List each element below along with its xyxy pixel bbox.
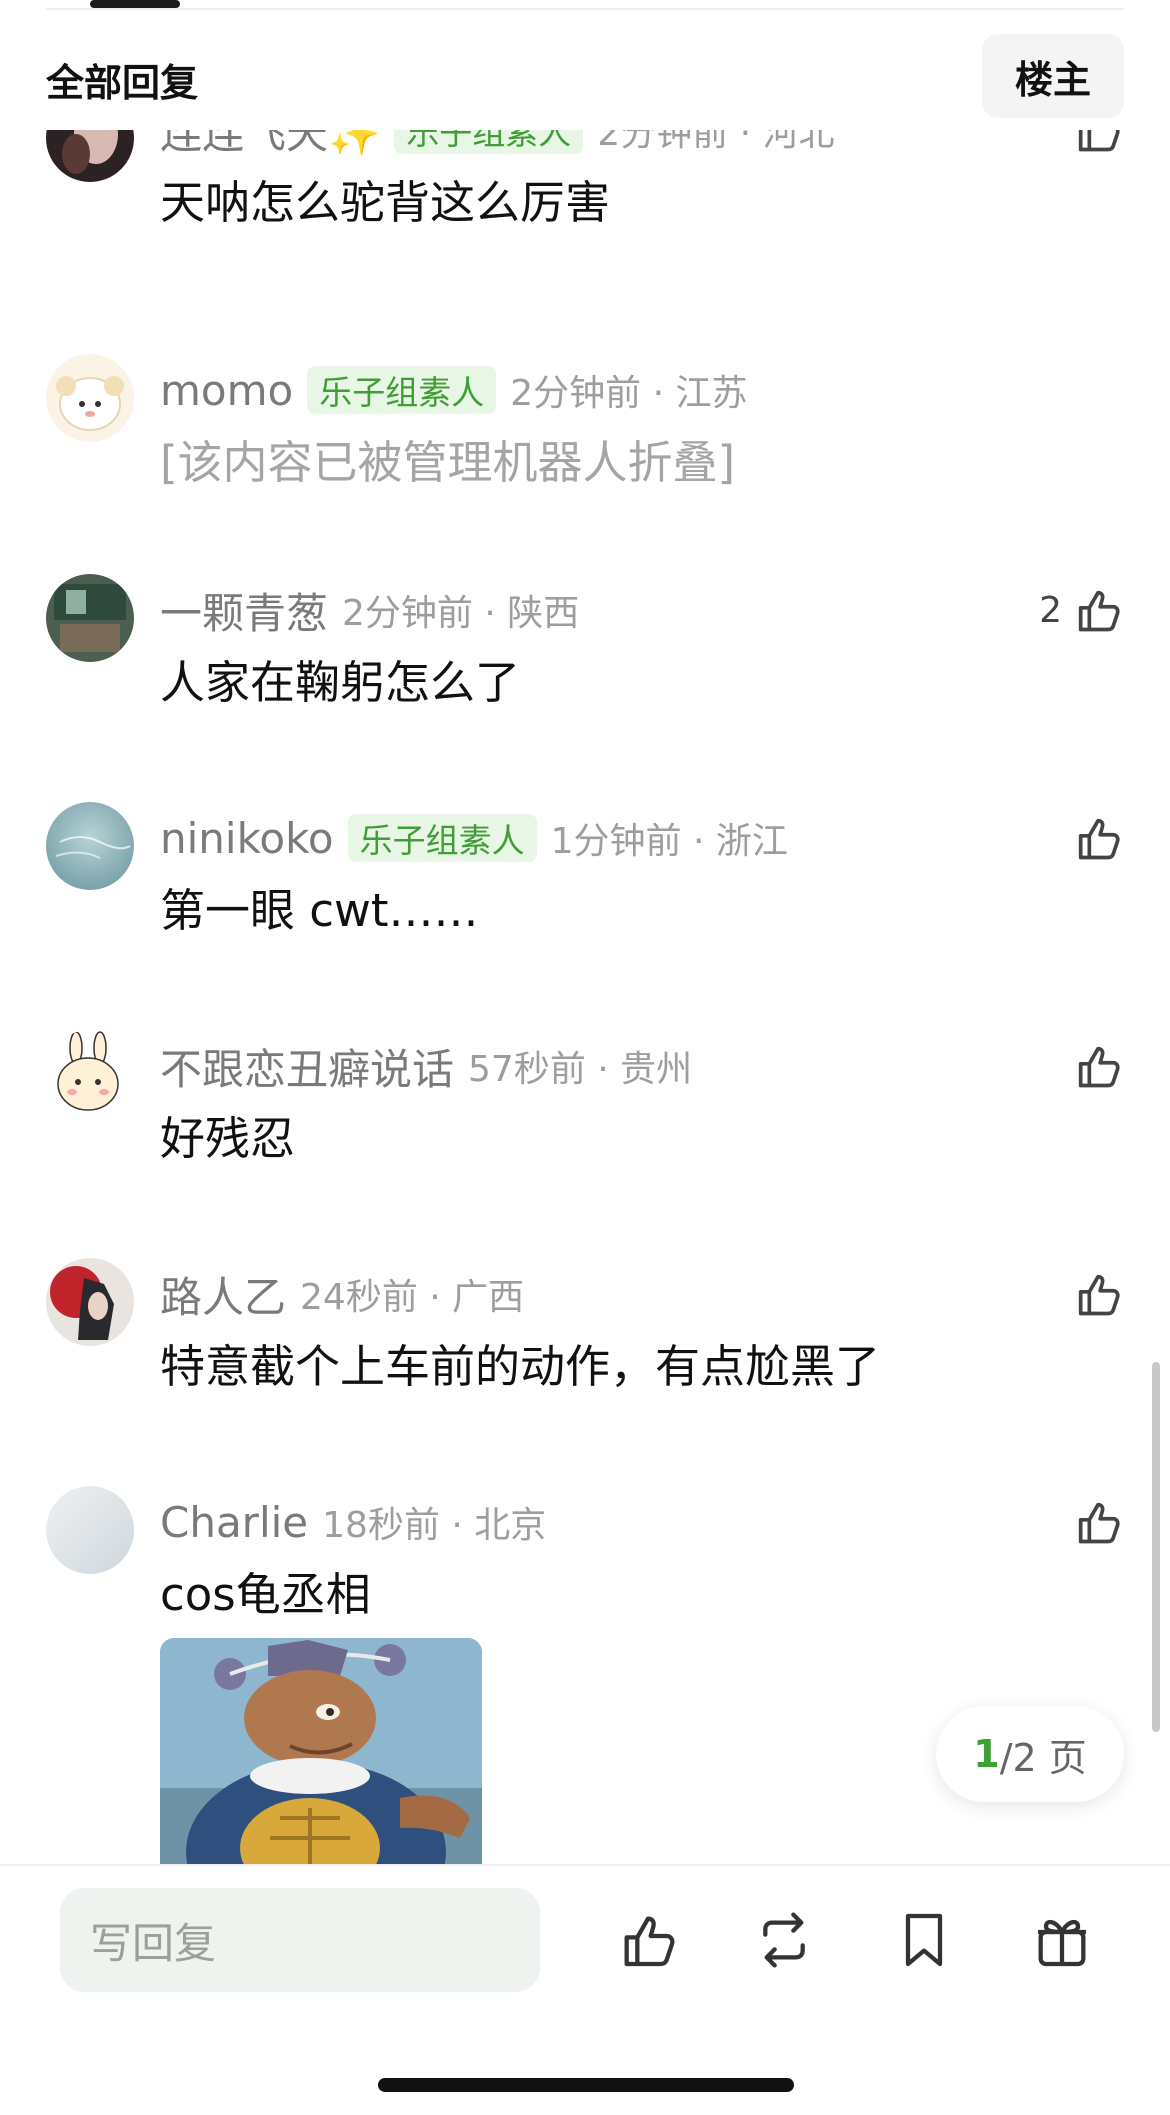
like-button[interactable] xyxy=(1072,1038,1124,1094)
comment-time-location: 18秒前 · 北京 xyxy=(322,1505,547,1546)
username[interactable]: 不跟恋丑癖说话 xyxy=(160,1036,454,1097)
tab-indicator xyxy=(90,0,180,8)
comment-text: 第一眼 cwt…… xyxy=(160,884,479,937)
home-indicator xyxy=(378,2078,794,2092)
all-replies-title: 全部回复 xyxy=(46,61,199,105)
scrollbar[interactable] xyxy=(1152,1362,1160,1732)
comment-text: 人家在鞠躬怎么了 xyxy=(160,656,521,709)
role-badge: 乐子组素人 xyxy=(307,366,497,414)
gift-icon[interactable] xyxy=(1030,1908,1094,1972)
reply-input[interactable]: 写回复 xyxy=(60,1888,540,1992)
thumbs-up-icon xyxy=(1078,1046,1120,1088)
username[interactable]: Charlie xyxy=(160,1498,308,1547)
role-badge: 乐子组素人 xyxy=(394,130,584,154)
avatar[interactable] xyxy=(46,574,134,662)
like-button[interactable] xyxy=(1072,810,1124,866)
comment-meta: ninikoko 乐子组素人 1分钟前 · 浙江 xyxy=(160,810,788,866)
comment-meta: momo 乐子组素人 2分钟前 · 江苏 xyxy=(160,362,747,418)
comment-text: cos龟丞相 xyxy=(160,1568,371,1621)
comment-time-location: 2分钟前 · 陕西 xyxy=(342,593,580,634)
thumbs-up-icon xyxy=(1078,130,1120,152)
like-count: 2 xyxy=(1039,589,1062,631)
comment-time-location: 1分钟前 · 浙江 xyxy=(550,821,788,862)
comment-image-turtle-minister[interactable] xyxy=(160,1638,482,1864)
avatar[interactable] xyxy=(46,802,134,890)
comment-text: 特意截个上车前的动作，有点尬黑了 xyxy=(160,1340,881,1393)
comment-meta: 路人乙 24秒前 · 广西 xyxy=(160,1266,524,1322)
top-divider xyxy=(46,8,1124,10)
username[interactable]: 连连飞天✨ xyxy=(160,130,380,161)
avatar[interactable] xyxy=(46,1486,134,1574)
folded-comment-text[interactable]: [该内容已被管理机器人折叠] xyxy=(160,426,735,491)
username[interactable]: 路人乙 xyxy=(160,1264,286,1325)
like-button[interactable] xyxy=(1072,130,1124,158)
role-badge: 乐子组素人 xyxy=(347,814,537,862)
username[interactable]: momo xyxy=(160,366,293,415)
avatar[interactable] xyxy=(46,130,134,182)
avatar[interactable] xyxy=(46,1258,134,1346)
thumbs-up-icon xyxy=(1078,1502,1120,1544)
comment-meta: 连连飞天✨ 乐子组素人 2分钟前 · 河北 xyxy=(160,130,835,158)
username[interactable]: ninikoko xyxy=(160,814,334,863)
like-button[interactable] xyxy=(1072,1494,1124,1550)
comment-time-location: 57秒前 · 贵州 xyxy=(468,1049,693,1090)
thumbs-up-icon xyxy=(1078,1274,1120,1316)
current-page: 1 xyxy=(973,1732,1000,1776)
comment-text: 好残忍 xyxy=(160,1112,296,1165)
page-indicator[interactable]: 1/2 页 xyxy=(936,1706,1124,1802)
thumbs-up-icon xyxy=(1078,818,1120,860)
avatar[interactable] xyxy=(46,354,134,442)
comment-text: 天呐怎么驼背这么厉害 xyxy=(160,176,611,229)
username[interactable]: 一颗青葱 xyxy=(160,580,328,641)
comment-time-location: 2分钟前 · 河北 xyxy=(597,130,835,154)
like-button[interactable]: 2 xyxy=(1039,582,1124,638)
thumbs-up-icon[interactable] xyxy=(616,1908,680,1972)
replies-header: 全部回复 楼主 xyxy=(0,30,1170,120)
total-pages: /2 页 xyxy=(999,1735,1087,1780)
comment-list[interactable]: 连连飞天✨ 乐子组素人 2分钟前 · 河北 天呐怎么驼背这么厉害 momo 乐子… xyxy=(0,130,1170,1864)
comment-meta: 一颗青葱 2分钟前 · 陕西 xyxy=(160,582,579,638)
thumbs-up-icon xyxy=(1078,590,1120,632)
bookmark-icon[interactable] xyxy=(892,1908,956,1972)
owner-only-button[interactable]: 楼主 xyxy=(982,34,1124,118)
repost-icon[interactable] xyxy=(752,1908,816,1972)
bottom-action-bar: 写回复 xyxy=(0,1864,1170,2115)
like-button[interactable] xyxy=(1072,1266,1124,1322)
comment-meta: 不跟恋丑癖说话 57秒前 · 贵州 xyxy=(160,1038,692,1094)
comment-time-location: 2分钟前 · 江苏 xyxy=(510,373,748,414)
avatar[interactable] xyxy=(46,1030,134,1118)
comment-time-location: 24秒前 · 广西 xyxy=(300,1277,525,1318)
comment-meta: Charlie 18秒前 · 北京 xyxy=(160,1494,546,1550)
